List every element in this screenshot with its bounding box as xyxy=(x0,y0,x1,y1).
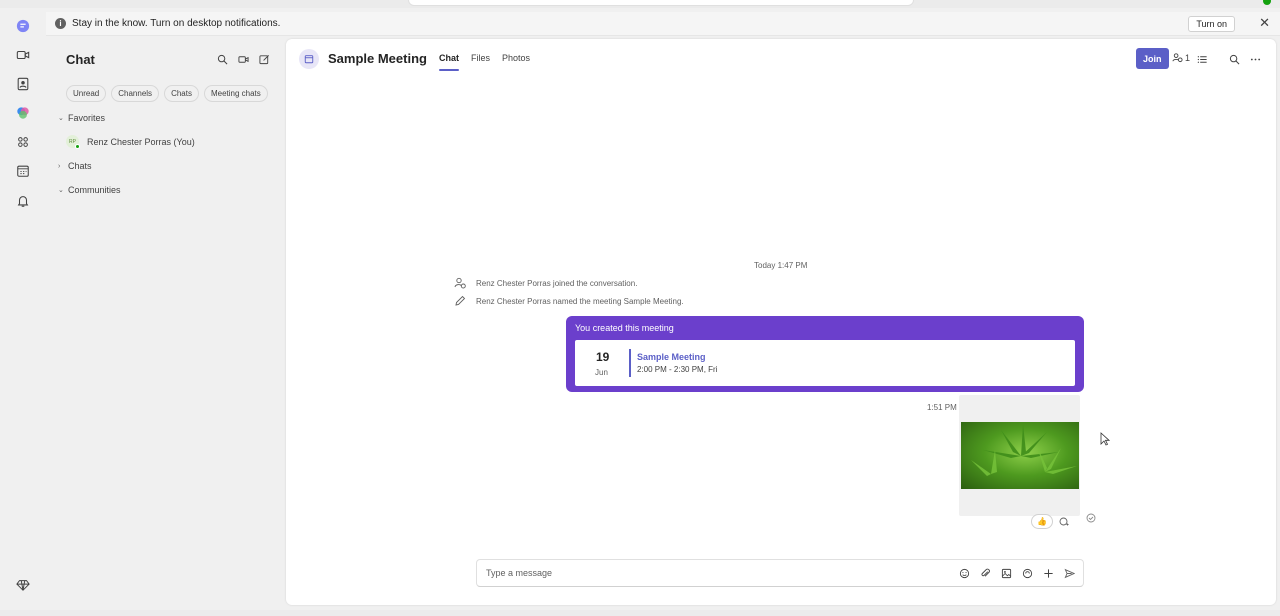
filter-channels[interactable]: Channels xyxy=(111,85,160,102)
search-icon[interactable] xyxy=(1229,52,1240,70)
list-icon[interactable] xyxy=(1197,52,1208,70)
chevron-right-icon: › xyxy=(58,162,61,170)
like-reaction[interactable]: 👍 xyxy=(1031,514,1053,529)
window-bottom-edge xyxy=(0,610,1280,616)
emoji-icon[interactable] xyxy=(958,567,970,579)
section-chats[interactable]: › Chats xyxy=(58,161,92,171)
presence-dot xyxy=(1263,0,1271,5)
section-label: Favorites xyxy=(68,113,106,123)
new-chat-icon[interactable] xyxy=(258,53,270,65)
accent-bar xyxy=(629,349,631,377)
reactions-bar: 👍 xyxy=(1031,514,1071,529)
person-add-icon xyxy=(454,277,466,289)
diamond-icon[interactable] xyxy=(14,576,32,594)
leaf-photo[interactable] xyxy=(961,422,1079,489)
chevron-down-icon: ⌄ xyxy=(58,187,64,194)
system-message: Renz Chester Porras named the meeting Sa… xyxy=(454,295,684,307)
plus-icon[interactable] xyxy=(1042,567,1054,579)
meeting-time: 2:00 PM - 2:30 PM, Fri xyxy=(637,365,718,374)
chevron-down-icon: ⌄ xyxy=(58,115,64,122)
video-icon[interactable] xyxy=(14,46,32,64)
compose-box[interactable]: Type a message xyxy=(476,559,1084,587)
tab-bar: Chat Files Photos xyxy=(439,53,530,71)
filter-pills: Unread Channels Chats Meeting chats xyxy=(66,85,268,102)
meeting-card-body[interactable]: 19 Jun Sample Meeting 2:00 PM - 2:30 PM,… xyxy=(575,340,1075,386)
section-label: Chats xyxy=(68,161,92,171)
app-rail xyxy=(0,8,46,616)
info-icon: i xyxy=(55,18,66,29)
list-item[interactable]: RP Renz Chester Porras (You) xyxy=(66,135,195,149)
people-icon xyxy=(1172,53,1183,63)
meeting-month: Jun xyxy=(595,368,608,377)
meeting-day: 19 xyxy=(596,350,610,364)
meeting-card[interactable]: You created this meeting 19 Jun Sample M… xyxy=(566,316,1084,392)
participant-count: 1 xyxy=(1185,52,1191,63)
image-icon[interactable] xyxy=(1000,567,1012,579)
search-bar[interactable] xyxy=(408,0,914,6)
join-button[interactable]: Join xyxy=(1136,48,1169,69)
page-title: Sample Meeting xyxy=(328,51,427,66)
section-label: Communities xyxy=(68,185,121,195)
turn-on-button[interactable]: Turn on xyxy=(1188,16,1235,32)
calendar-icon[interactable] xyxy=(14,162,32,180)
teams-icon[interactable] xyxy=(14,133,32,151)
system-message-text: Renz Chester Porras joined the conversat… xyxy=(476,278,638,288)
meeting-calendar-icon xyxy=(299,49,319,69)
banner-text: Stay in the know. Turn on desktop notifi… xyxy=(72,18,281,29)
seen-check-icon xyxy=(1086,510,1096,528)
tab-photos[interactable]: Photos xyxy=(502,53,530,71)
section-favorites[interactable]: ⌄ Favorites xyxy=(58,113,105,123)
conversation-panel: Sample Meeting Chat Files Photos Join 1 … xyxy=(286,39,1276,605)
tab-chat[interactable]: Chat xyxy=(439,53,459,71)
loop-icon[interactable] xyxy=(1021,567,1033,579)
bell-icon[interactable] xyxy=(14,192,32,210)
presence-dot xyxy=(75,144,80,149)
filter-meeting-chats[interactable]: Meeting chats xyxy=(203,85,268,102)
message-input[interactable]: Type a message xyxy=(486,568,552,578)
notification-banner: i Stay in the know. Turn on desktop noti… xyxy=(46,12,1280,36)
send-icon[interactable] xyxy=(1063,567,1075,579)
image-message[interactable] xyxy=(959,395,1080,516)
search-icon[interactable] xyxy=(216,53,228,65)
attach-icon[interactable] xyxy=(979,567,991,579)
chat-icon[interactable] xyxy=(14,17,32,35)
system-message-text: Renz Chester Porras named the meeting Sa… xyxy=(476,296,684,306)
more-options-icon[interactable] xyxy=(1250,52,1261,70)
list-item-label: Renz Chester Porras (You) xyxy=(87,136,195,147)
close-icon[interactable]: ✕ xyxy=(1259,15,1270,31)
copilot-icon[interactable] xyxy=(14,104,32,122)
title-bar xyxy=(0,0,1280,8)
participants-button[interactable]: 1 xyxy=(1172,52,1190,63)
filter-chats[interactable]: Chats xyxy=(164,85,199,102)
message-timestamp: 1:51 PM xyxy=(927,403,957,412)
add-reaction-icon[interactable] xyxy=(1057,515,1071,529)
section-communities[interactable]: ⌄ Communities xyxy=(58,185,121,195)
meeting-name[interactable]: Sample Meeting xyxy=(637,352,706,362)
meet-now-icon[interactable] xyxy=(237,53,249,65)
chat-list-pane: Chat Unread Channels Chats Meeting chats… xyxy=(46,38,284,608)
meeting-card-header: You created this meeting xyxy=(575,323,674,333)
pane-title: Chat xyxy=(66,52,95,67)
system-message: Renz Chester Porras joined the conversat… xyxy=(454,277,637,289)
pencil-icon xyxy=(455,295,466,306)
tab-files[interactable]: Files xyxy=(471,53,490,71)
people-icon[interactable] xyxy=(14,75,32,93)
avatar: RP xyxy=(66,135,80,149)
timestamp: Today 1:47 PM xyxy=(754,261,808,270)
filter-unread[interactable]: Unread xyxy=(66,85,107,102)
mouse-cursor xyxy=(1100,432,1110,446)
